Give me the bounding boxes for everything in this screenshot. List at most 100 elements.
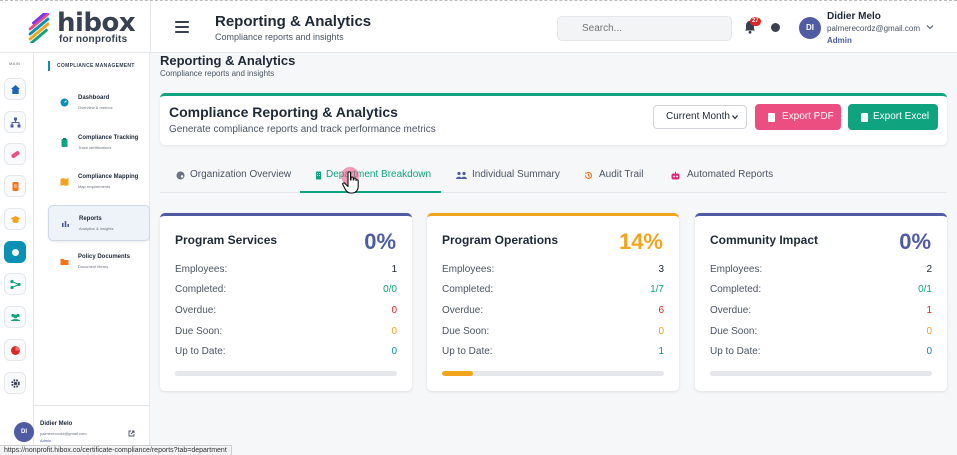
user-name: Didier Melo xyxy=(827,11,881,22)
progress-bar xyxy=(175,371,397,376)
sidebar-item-reports[interactable]: Reports Analytics & insights xyxy=(48,205,150,241)
sidebar-item-policy-documents[interactable]: Policy Documents Document library xyxy=(48,244,150,280)
stat-value: 0 xyxy=(926,326,932,337)
page-title: Reporting & Analytics xyxy=(160,53,296,68)
users-icon xyxy=(456,171,467,179)
rail-training-button[interactable] xyxy=(4,208,26,230)
report-subtitle: Generate compliance reports and track pe… xyxy=(169,124,436,135)
tab-audit-trail[interactable]: Audit Trail xyxy=(584,157,654,193)
avatar[interactable]: DI xyxy=(799,17,821,39)
department-card[interactable]: Program Services 0% Employees: 1 Complete… xyxy=(160,213,412,391)
stat-value: 1 xyxy=(926,305,932,316)
period-select[interactable]: Current Month xyxy=(653,105,747,129)
stat-row-employees: Employees: 3 xyxy=(442,264,664,278)
rail-health-button[interactable] xyxy=(4,143,26,165)
export-pdf-label: Export PDF xyxy=(782,111,834,122)
stat-label: Up to Date: xyxy=(442,346,493,357)
rail-settings-button[interactable] xyxy=(4,372,26,394)
progress-bar xyxy=(710,371,932,376)
report-header-card: Compliance Reporting & Analytics Generat… xyxy=(160,93,947,145)
rail-org-button[interactable] xyxy=(4,111,26,133)
rail-analytics-button[interactable] xyxy=(4,339,26,361)
sidebar-item-compliance-tracking[interactable]: Compliance Tracking Track certifications xyxy=(48,125,150,161)
circle-icon xyxy=(11,248,19,256)
stat-value: 6 xyxy=(658,305,664,316)
excel-file-icon xyxy=(861,113,868,122)
department-card[interactable]: Program Operations 14% Employees: 3 Compl… xyxy=(427,213,679,391)
stat-row-overdue: Overdue: 0 xyxy=(175,305,397,319)
header-subtitle: Compliance reports and insights xyxy=(215,32,344,42)
department-percent: 0% xyxy=(899,229,931,254)
page-subtitle: Compliance reports and insights xyxy=(160,69,275,78)
graduation-icon xyxy=(10,215,20,223)
sidebar-user-role: Admin xyxy=(40,438,52,443)
department-name: Program Operations xyxy=(442,233,559,247)
department-name: Program Services xyxy=(175,233,278,247)
chart-pie-icon xyxy=(10,345,20,355)
header-title: Reporting & Analytics xyxy=(215,13,372,30)
stat-label: Completed: xyxy=(710,284,762,295)
stat-value: 0 xyxy=(391,326,397,337)
tab-individual-summary[interactable]: Individual Summary xyxy=(456,157,568,193)
history-icon xyxy=(584,171,593,179)
stat-label: Overdue: xyxy=(710,305,752,316)
share-icon xyxy=(9,279,21,289)
sidebar-item-title: Policy Documents xyxy=(78,254,131,260)
compliance-sidebar: COMPLIANCE MANAGEMENT Dashboard Overview… xyxy=(14,53,150,455)
external-link-icon[interactable] xyxy=(128,430,135,437)
folder-icon xyxy=(60,259,69,265)
users-icon xyxy=(10,313,20,321)
stat-label: Employees: xyxy=(175,264,228,275)
rail-documents-button[interactable] xyxy=(4,175,26,197)
department-percent: 0% xyxy=(364,229,396,254)
tab-organization-overview[interactable]: Organization Overview xyxy=(174,157,291,193)
tab-department-breakdown[interactable]: Department Breakdown xyxy=(300,157,441,193)
department-card[interactable]: Community Impact 0% Employees: 2 Complete… xyxy=(695,213,947,391)
sidebar-user-email: palmerecordz@gmail.com xyxy=(40,431,87,436)
stat-value: 0 xyxy=(926,346,932,357)
sidebar-item-dashboard[interactable]: Dashboard Overview & metrics xyxy=(48,85,150,121)
stat-row-overdue: Overdue: 6 xyxy=(442,305,664,319)
export-excel-label: Export Excel xyxy=(873,111,930,122)
rail-home-button[interactable] xyxy=(4,78,26,100)
rail-people-button[interactable] xyxy=(4,306,26,328)
tab-label: Audit Trail xyxy=(599,169,644,180)
rail-network-button[interactable] xyxy=(4,273,26,295)
rail-compliance-button[interactable] xyxy=(4,241,26,263)
chevron-down-icon[interactable] xyxy=(926,23,934,31)
stat-row-due-soon: Due Soon: 0 xyxy=(710,326,932,340)
stat-label: Employees: xyxy=(710,264,763,275)
icon-rail: MAIN xyxy=(0,53,34,455)
theme-toggle-icon[interactable] xyxy=(771,23,780,32)
robot-icon xyxy=(671,171,680,180)
stat-value: 0/0 xyxy=(383,284,397,295)
gear-icon xyxy=(10,378,20,388)
sidebar-item-compliance-mapping[interactable]: Compliance Mapping Map requirements xyxy=(48,164,150,200)
export-pdf-button[interactable]: Export PDF xyxy=(755,104,841,130)
stat-label: Due Soon: xyxy=(710,326,758,337)
menu-toggle-icon[interactable] xyxy=(175,21,189,33)
sidebar-user-card[interactable]: DI Didier Melo palmerecordz@gmail.com Ad… xyxy=(14,405,150,449)
hibox-logo[interactable]: hibox for nonprofits xyxy=(24,8,136,45)
progress-bar xyxy=(442,371,664,376)
stat-label: Due Soon: xyxy=(175,326,223,337)
stat-label: Due Soon: xyxy=(442,326,490,337)
stat-row-overdue: Overdue: 1 xyxy=(710,305,932,319)
building-icon xyxy=(316,171,321,180)
avatar[interactable]: DI xyxy=(14,422,34,442)
logo-mark-icon xyxy=(28,13,50,43)
bar-chart-icon xyxy=(62,221,69,227)
stat-row-completed: Completed: 0/0 xyxy=(175,284,397,298)
main-content: Reporting & Analytics Compliance reports… xyxy=(150,53,957,455)
top-header: hibox for nonprofits Reporting & Analyti… xyxy=(0,0,957,54)
sidebar-user-name: Didier Melo xyxy=(40,421,73,427)
export-excel-button[interactable]: Export Excel xyxy=(848,104,938,130)
stat-label: Overdue: xyxy=(442,305,484,316)
sidebar-item-title: Dashboard xyxy=(78,95,110,101)
stat-value: 1/7 xyxy=(650,284,664,295)
department-percent: 14% xyxy=(618,229,663,254)
tab-automated-reports[interactable]: Automated Reports xyxy=(670,157,780,193)
search-input[interactable] xyxy=(557,16,732,41)
stat-label: Overdue: xyxy=(175,305,217,316)
tab-label: Individual Summary xyxy=(472,169,560,180)
